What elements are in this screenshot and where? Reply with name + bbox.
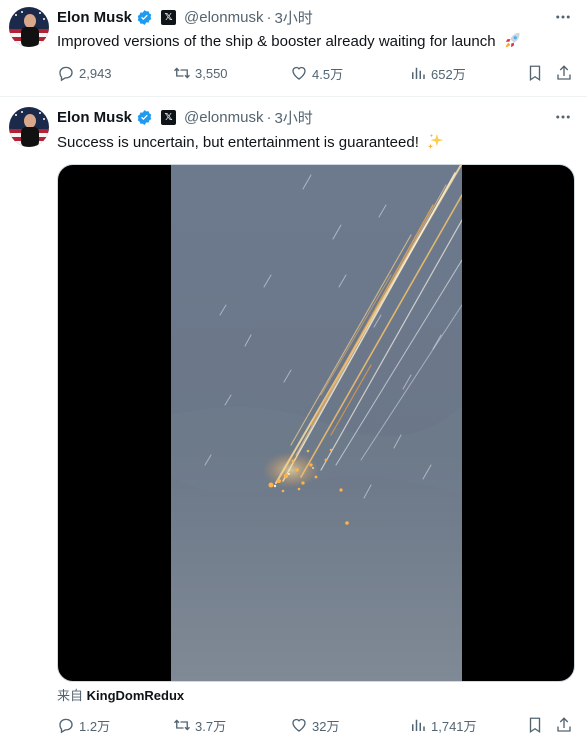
timestamp[interactable]: 3小时 [274,7,312,28]
avatar[interactable] [9,7,49,47]
bookmark-button[interactable] [526,715,544,735]
views-button[interactable]: 1,741万 [409,715,477,735]
repost-button[interactable]: 3,550 [173,63,228,83]
tweet-text-content: Improved versions of the ship & booster … [57,33,496,50]
author-handle[interactable]: @elonmusk [184,109,263,126]
source-prefix: 来自 [57,688,84,703]
verified-badge-icon [137,109,152,125]
author-name[interactable]: Elon Musk [57,9,132,26]
tweet-actions: 2,943 3,550 4.5万 652万 [57,63,575,83]
views-bar-chart-icon [412,67,425,79]
bookmark-icon [529,65,541,82]
repost-count: 3.7万 [195,718,227,734]
like-button[interactable]: 32万 [290,715,339,735]
x-affiliate-icon: 𝕏 [161,9,177,25]
repost-button[interactable]: 3.7万 [173,715,226,735]
separator: · [266,8,272,26]
video-source: 来自 KingDomRedux [57,685,184,704]
reply-button[interactable]: 1.2万 [57,715,110,735]
heart-icon [292,66,306,80]
heart-icon [292,718,306,732]
views-bar-chart-icon [412,719,425,731]
timestamp[interactable]: 3小时 [274,107,312,128]
x-affiliate-icon: 𝕏 [161,109,177,125]
tweet-header: Elon Musk 𝕏 @elonmusk · 3小时 [57,7,313,27]
bookmark-icon [529,717,541,734]
tweet-text: Success is uncertain, but entertainment … [57,132,445,156]
repost-count: 3,550 [195,65,228,81]
avatar[interactable] [9,107,49,147]
like-count: 4.5万 [312,66,344,82]
source-account-link[interactable]: KingDomRedux [87,688,185,703]
view-count: 1,741万 [431,718,477,734]
share-icon [557,717,571,732]
video-player[interactable] [57,164,575,682]
like-button[interactable]: 4.5万 [290,63,343,83]
repost-icon [174,719,190,731]
like-count: 32万 [312,718,340,734]
tweet-text-content: Success is uncertain, but entertainment … [57,134,419,151]
bookmark-button[interactable] [526,63,544,83]
reply-button[interactable]: 2,943 [57,63,112,83]
views-button[interactable]: 652万 [409,63,466,83]
tweet-actions: 1.2万 3.7万 32万 1,741万 [57,715,575,735]
share-icon [557,65,571,80]
author-handle[interactable]: @elonmusk [184,9,263,26]
rocket-icon [504,31,522,55]
share-button[interactable] [555,715,573,735]
more-options-icon[interactable] [553,7,573,27]
sparkles-icon [427,132,445,156]
tweet-header: Elon Musk 𝕏 @elonmusk · 3小时 [57,107,313,127]
tweet-text: Improved versions of the ship & booster … [57,31,522,55]
reply-icon [59,718,73,734]
verified-badge-icon [137,9,152,25]
reply-icon [59,66,73,82]
reply-count: 1.2万 [79,718,111,734]
separator: · [266,108,272,126]
tweet-1[interactable]: Elon Musk 𝕏 @elonmusk · 3小时 Improved ver… [0,0,587,96]
repost-icon [174,67,190,79]
video-frame[interactable] [171,165,462,682]
more-options-icon[interactable] [553,107,573,127]
share-button[interactable] [555,63,573,83]
reply-count: 2,943 [79,65,112,81]
view-count: 652万 [431,66,466,82]
author-name[interactable]: Elon Musk [57,109,132,126]
